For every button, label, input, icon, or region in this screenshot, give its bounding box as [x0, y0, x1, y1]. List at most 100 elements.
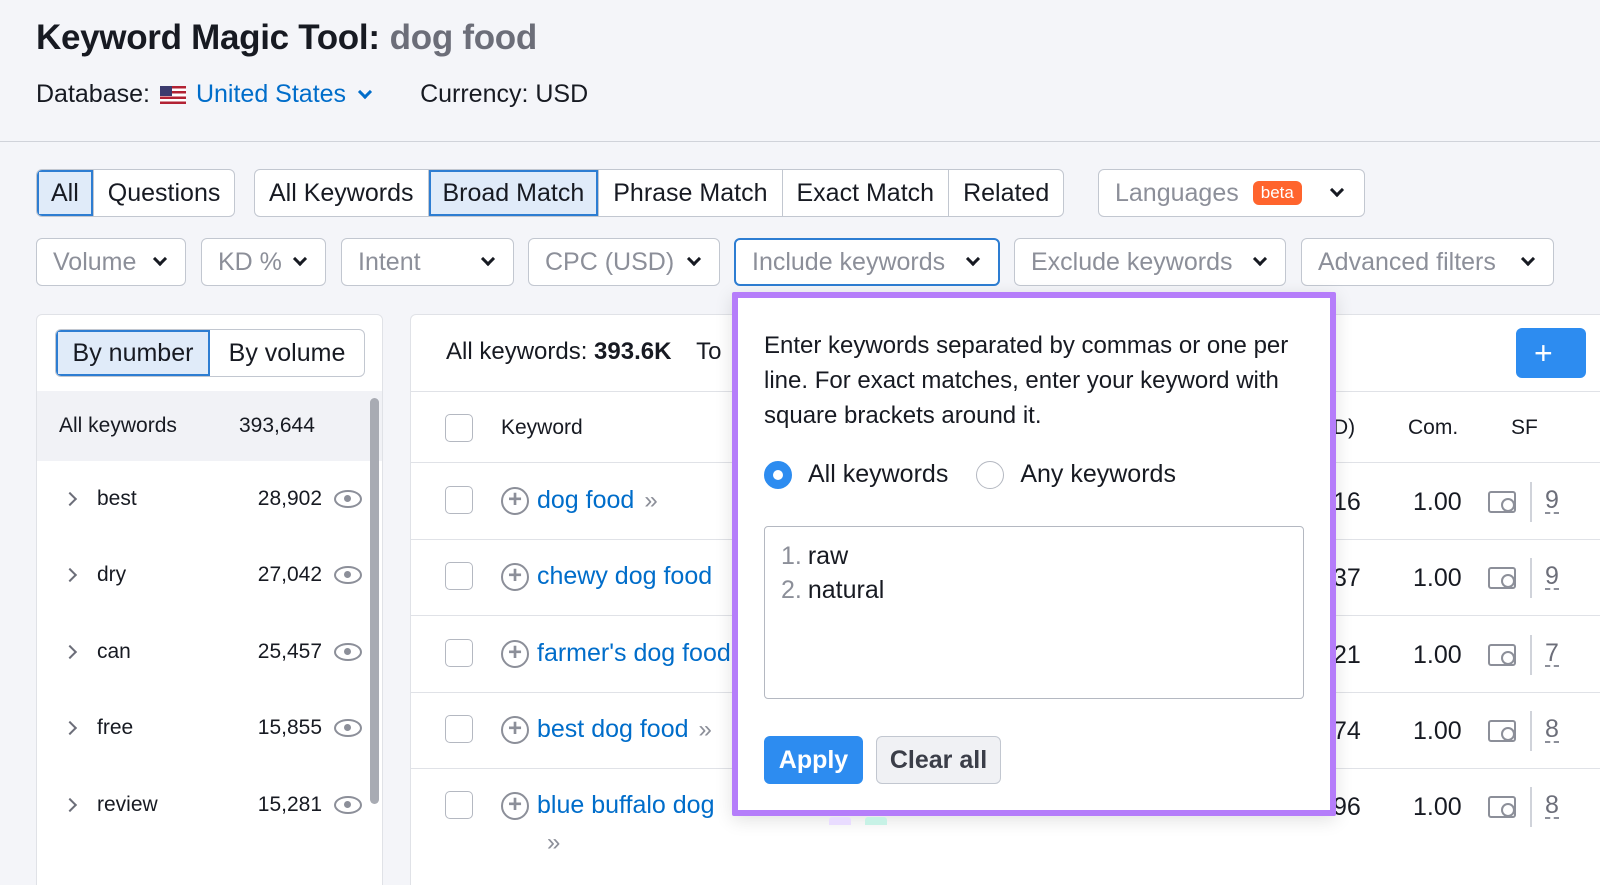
serp-icon[interactable] — [1488, 644, 1516, 666]
tab-questions[interactable]: Questions — [94, 170, 235, 216]
sf-count[interactable]: 8 — [1545, 793, 1559, 819]
intent-filter[interactable]: Intent — [341, 238, 514, 286]
tab-all-keywords[interactable]: All Keywords — [255, 170, 429, 216]
chevron-down-icon — [480, 251, 496, 267]
keywords-textarea[interactable]: 1. raw 2. natural — [764, 526, 1304, 699]
chevron-down-icon — [1329, 182, 1345, 198]
group-label: review — [97, 793, 158, 816]
group-row-dry[interactable]: dry 27,042 — [37, 545, 382, 605]
add-circle-icon[interactable]: + — [501, 792, 529, 820]
question-tabs: All Questions — [36, 169, 236, 217]
sf-divider — [1530, 787, 1532, 827]
group-row-can[interactable]: can 25,457 — [37, 622, 382, 682]
all-keywords-group[interactable]: All keywords 393,644 — [37, 391, 382, 461]
eye-icon[interactable] — [334, 643, 362, 661]
radio-all-keywords[interactable] — [764, 460, 792, 489]
keyword-link[interactable]: dog food » — [537, 486, 658, 515]
tab-phrase-match[interactable]: Phrase Match — [599, 170, 783, 216]
exclude-keywords-filter[interactable]: Exclude keywords — [1014, 238, 1286, 286]
column-keyword[interactable]: Keyword — [501, 416, 583, 440]
eye-icon[interactable] — [334, 719, 362, 737]
chevron-right-icon[interactable] — [62, 797, 78, 813]
serp-icon[interactable] — [1488, 491, 1516, 513]
chevron-right-icon[interactable] — [62, 720, 78, 736]
row-checkbox[interactable] — [445, 715, 473, 743]
cpc-value: 21 — [1333, 641, 1361, 669]
add-circle-icon[interactable]: + — [501, 487, 529, 515]
double-chevron-icon[interactable]: » — [644, 487, 657, 514]
group-row-review[interactable]: review 15,281 — [37, 775, 382, 835]
eye-icon[interactable] — [334, 490, 362, 508]
filter-label: Include keywords — [752, 247, 946, 276]
keyword-link[interactable]: chewy dog food — [537, 562, 712, 591]
keyword-link[interactable]: blue buffalo dog — [537, 791, 714, 820]
by-volume-button[interactable]: By volume — [210, 330, 364, 376]
cpc-value: 37 — [1333, 564, 1361, 592]
double-chevron-icon[interactable]: » — [699, 716, 712, 743]
serp-icon[interactable] — [1488, 567, 1516, 589]
cpc-value: 16 — [1333, 488, 1361, 516]
advanced-filters[interactable]: Advanced filters — [1301, 238, 1554, 286]
kd-filter[interactable]: KD % — [201, 238, 326, 286]
radio-any-keywords[interactable] — [976, 460, 1005, 489]
sf-count[interactable]: 7 — [1545, 641, 1559, 667]
column-sf[interactable]: SF — [1511, 416, 1538, 440]
database-label: Database: — [36, 80, 150, 108]
line-text: natural — [807, 576, 885, 604]
clear-all-button[interactable]: Clear all — [876, 736, 1001, 784]
radio-any-label[interactable]: Any keywords — [1020, 460, 1176, 489]
database-selector[interactable]: United States — [196, 80, 373, 109]
select-all-checkbox[interactable] — [445, 414, 473, 442]
serp-icon[interactable] — [1488, 720, 1516, 742]
row-checkbox[interactable] — [445, 562, 473, 590]
chevron-right-icon[interactable] — [62, 567, 78, 583]
group-row-best[interactable]: best 28,902 — [37, 469, 382, 529]
filter-label: Volume — [53, 247, 137, 276]
database-row: Database: United States Currency: USD — [36, 80, 588, 109]
chevron-right-icon[interactable] — [62, 644, 78, 660]
chevron-right-icon[interactable] — [62, 491, 78, 507]
keyword-link[interactable]: farmer's dog food — [537, 639, 731, 668]
chevron-down-icon — [357, 84, 373, 99]
serp-icon[interactable] — [1488, 796, 1516, 818]
volume-filter[interactable]: Volume — [36, 238, 186, 286]
row-checkbox[interactable] — [445, 791, 473, 819]
tab-exact-match[interactable]: Exact Match — [783, 170, 950, 216]
by-number-button[interactable]: By number — [56, 330, 210, 376]
radio-all-label[interactable]: All keywords — [808, 460, 948, 489]
add-circle-icon[interactable]: + — [501, 640, 529, 668]
group-count: 28,902 — [257, 487, 322, 510]
column-cpc[interactable]: D) — [1333, 416, 1355, 440]
add-to-list-button[interactable]: + — [1516, 328, 1586, 378]
include-keywords-filter[interactable]: Include keywords — [734, 238, 1000, 286]
languages-dropdown[interactable]: Languages beta — [1098, 169, 1365, 217]
us-flag-icon — [159, 85, 186, 104]
apply-button[interactable]: Apply — [764, 736, 863, 784]
keywords-summary: All keywords: 393.6K To — [446, 338, 721, 366]
sf-count[interactable]: 8 — [1545, 717, 1559, 743]
filter-label: KD % — [218, 247, 282, 276]
keyword-link[interactable]: best dog food » — [537, 715, 712, 744]
chevron-down-icon — [686, 251, 702, 267]
cpc-filter[interactable]: CPC (USD) — [528, 238, 720, 286]
group-row-free[interactable]: free 15,855 — [37, 698, 382, 758]
sf-divider — [1530, 482, 1532, 522]
column-com[interactable]: Com. — [1408, 416, 1458, 440]
tab-broad-match[interactable]: Broad Match — [428, 170, 600, 216]
groups-scrollbar[interactable] — [370, 398, 379, 804]
double-chevron-icon[interactable]: » — [547, 829, 560, 857]
tab-all[interactable]: All — [37, 170, 94, 216]
add-circle-icon[interactable]: + — [501, 563, 529, 591]
group-count: 27,042 — [257, 563, 322, 586]
eye-icon[interactable] — [334, 796, 362, 814]
row-checkbox[interactable] — [445, 486, 473, 514]
tab-related[interactable]: Related — [949, 170, 1063, 216]
eye-icon[interactable] — [334, 566, 362, 584]
group-count: 25,457 — [257, 640, 322, 663]
filter-label: Advanced filters — [1318, 247, 1496, 276]
sf-count[interactable]: 9 — [1545, 488, 1559, 514]
row-checkbox[interactable] — [445, 639, 473, 667]
sf-count[interactable]: 9 — [1545, 564, 1559, 590]
keyword-magic-tool-page: Keyword Magic Tool: dog food Database: Un… — [0, 0, 1600, 885]
add-circle-icon[interactable]: + — [501, 716, 529, 744]
